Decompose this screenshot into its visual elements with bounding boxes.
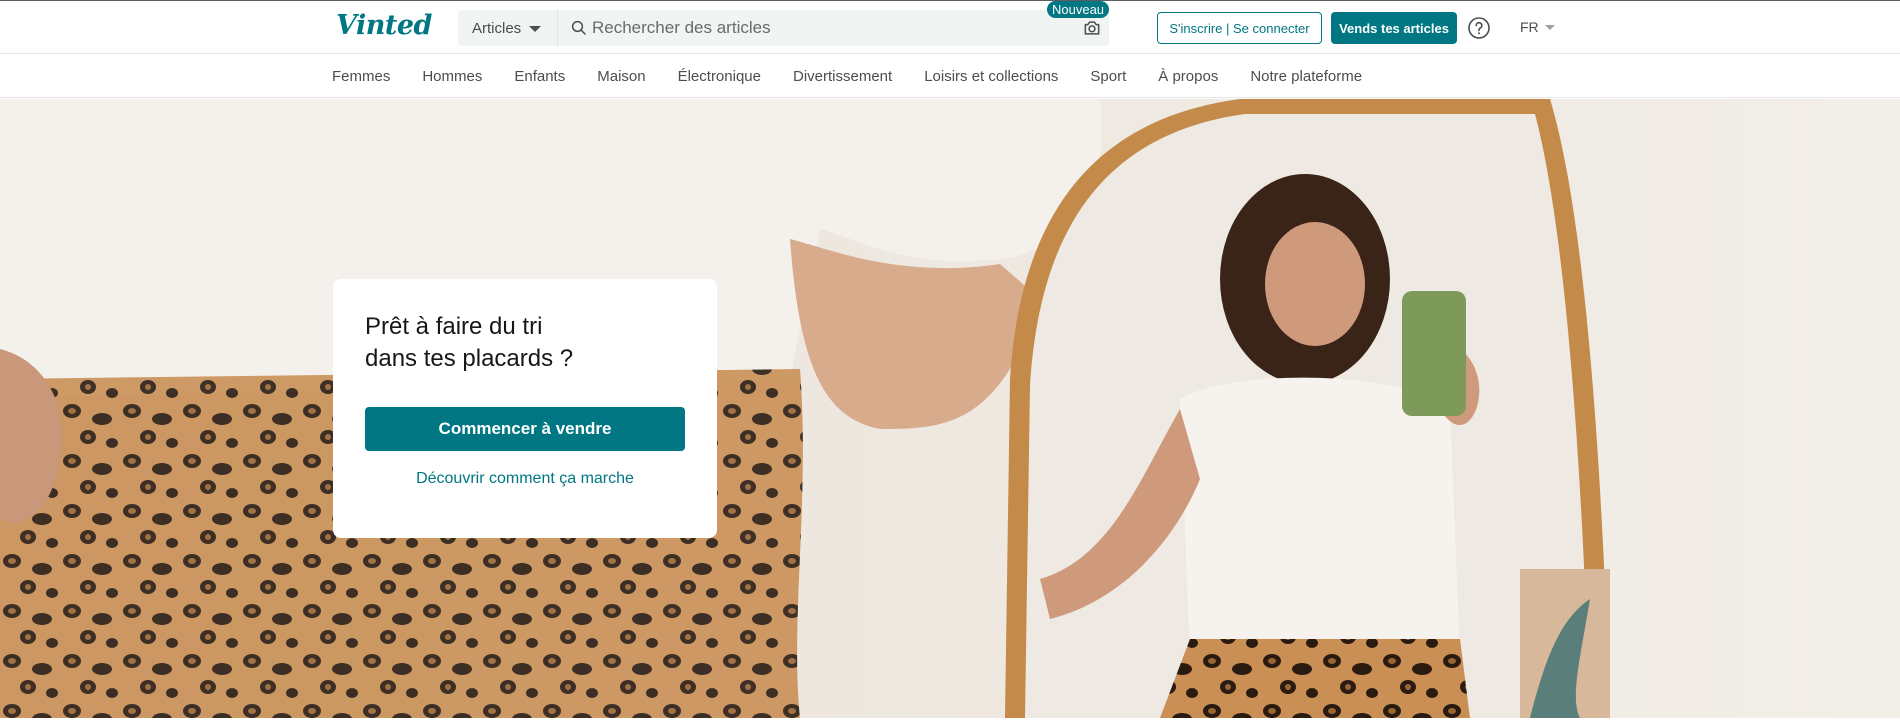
nav-item-electronique[interactable]: Électronique xyxy=(678,68,761,85)
nav-item-a-propos[interactable]: À propos xyxy=(1158,68,1218,85)
nav-item-femmes[interactable]: Femmes xyxy=(332,68,390,85)
search-bar: Articles xyxy=(458,10,1109,46)
search-input[interactable] xyxy=(592,13,1072,43)
search-category-select[interactable]: Articles xyxy=(458,10,558,46)
how-it-works-link[interactable]: Découvrir comment ça marche xyxy=(365,470,685,488)
category-nav: Femmes Hommes Enfants Maison Électroniqu… xyxy=(0,54,1900,98)
vinted-logo[interactable]: Vinted xyxy=(336,10,432,41)
language-selector[interactable]: FR xyxy=(1520,19,1555,35)
signup-login-button[interactable]: S'inscrire | Se connecter xyxy=(1157,12,1322,44)
chevron-down-icon xyxy=(1544,24,1555,30)
camera-icon[interactable] xyxy=(1082,18,1102,38)
hero-title: Prêt à faire du tri dans tes placards ? xyxy=(365,313,574,372)
nav-item-maison[interactable]: Maison xyxy=(597,68,645,85)
hero-image xyxy=(0,99,1900,718)
hero-card: Prêt à faire du tri dans tes placards ? … xyxy=(333,279,717,538)
new-feature-badge: Nouveau xyxy=(1047,1,1110,18)
question-circle-icon[interactable] xyxy=(1467,16,1491,40)
site-header: Vinted Articles Nouveau S'inscrire | Se … xyxy=(0,0,1900,54)
nav-item-sport[interactable]: Sport xyxy=(1090,68,1126,85)
language-label: FR xyxy=(1520,19,1539,35)
sell-items-button[interactable]: Vends tes articles xyxy=(1331,12,1457,44)
search-category-label: Articles xyxy=(472,19,522,37)
nav-item-loisirs[interactable]: Loisirs et collections xyxy=(924,68,1058,85)
search-icon xyxy=(571,20,586,35)
start-selling-button[interactable]: Commencer à vendre xyxy=(365,407,685,451)
nav-item-enfants[interactable]: Enfants xyxy=(514,68,565,85)
hero-banner: Prêt à faire du tri dans tes placards ? … xyxy=(0,99,1900,718)
nav-item-hommes[interactable]: Hommes xyxy=(422,68,482,85)
chevron-down-icon xyxy=(529,26,542,32)
nav-item-divertissement[interactable]: Divertissement xyxy=(793,68,892,85)
nav-item-notre-plateforme[interactable]: Notre plateforme xyxy=(1250,68,1362,85)
